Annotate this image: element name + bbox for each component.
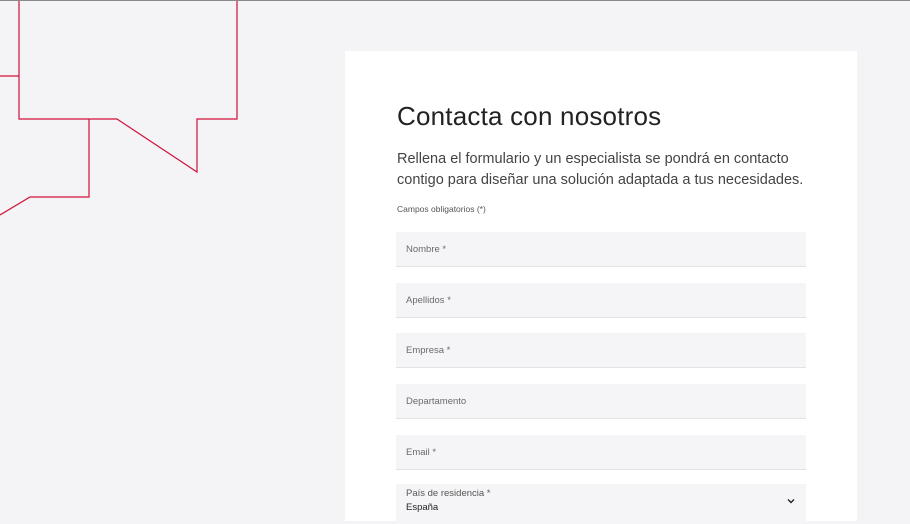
nombre-field[interactable] (396, 232, 806, 267)
departamento-field[interactable] (396, 384, 806, 419)
form-intro: Rellena el formulario y un especialista … (397, 151, 804, 188)
speech-bubble-decoration (0, 1, 238, 216)
country-select-label: País de residencia * (406, 488, 491, 499)
country-select-value: España (406, 502, 439, 513)
required-fields-note: Campos obligatorios (*) (397, 204, 486, 214)
country-select[interactable]: País de residencia * España (396, 484, 806, 524)
email-field[interactable] (396, 435, 806, 470)
apellidos-field[interactable] (396, 283, 806, 318)
form-title: Contacta con nosotros (397, 101, 662, 131)
chevron-down-icon (787, 499, 795, 504)
contact-form-card: Contacta con nosotros Rellena el formula… (345, 51, 857, 524)
empresa-field[interactable] (396, 333, 806, 368)
